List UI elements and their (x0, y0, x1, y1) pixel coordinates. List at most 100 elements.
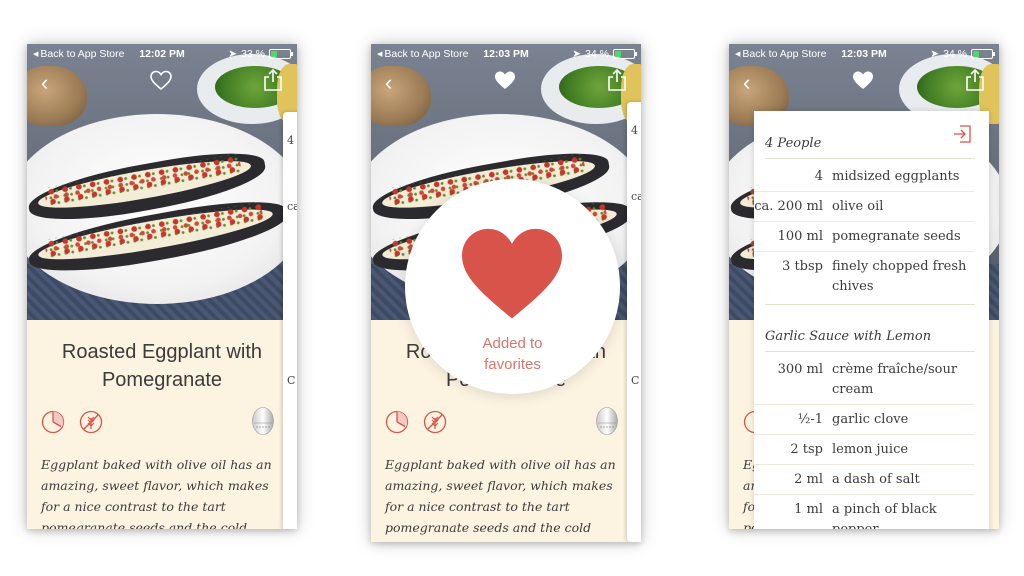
description-line: amazing, sweet flavor, which makes (41, 478, 269, 493)
ingredient-name: a dash of salt (832, 472, 920, 487)
back-to-app-store-label: Back to App Store (742, 48, 827, 60)
ingredient-name: olive oil (832, 199, 884, 214)
ingredient-qty: ca. 200 ml (754, 199, 823, 214)
ingredient-name: a pinch of black pepper (832, 500, 974, 529)
recipe-title-line: Roasted Eggplant with (61, 341, 263, 363)
divider (765, 304, 975, 305)
ingredient-name-line: chives (832, 279, 874, 294)
status-time: 12:02 PM (139, 48, 185, 60)
sauce-title: Garlic Sauce with Lemon (765, 329, 932, 344)
ingredient-name: lemon juice (832, 442, 909, 457)
peek-label: ca (287, 200, 297, 213)
location-icon: ➤ (930, 48, 940, 60)
phone-screen-favorited: ◀ Back to App Store 12:03 PM ➤ 34 % ‹ 4 … (371, 44, 641, 542)
ingredient-name-line: cream (832, 382, 874, 397)
ingredient-row: 2 tsp lemon juice (754, 435, 974, 465)
description-line: Eggplant baked with olive oil has an (41, 457, 272, 472)
peek-label: ca (631, 190, 641, 203)
back-to-app-store[interactable]: ◀ Back to App Store (735, 48, 826, 60)
ingredient-row: 1 ml a pinch of black pepper (754, 495, 974, 529)
back-to-app-store[interactable]: ◀ Back to App Store (33, 48, 124, 60)
toast-line: favorites (484, 356, 541, 373)
recipe-title-line: Pomegranate (101, 369, 223, 391)
ingredients-peek-card[interactable]: 4 ca C (283, 112, 297, 529)
egg-timer-icon[interactable] (595, 404, 619, 436)
favorite-heart-filled-icon[interactable] (493, 68, 517, 92)
ingredient-row: 2 ml a dash of salt (754, 465, 974, 495)
divider (765, 158, 975, 159)
back-to-app-store-label: Back to App Store (40, 48, 125, 60)
battery-icon (269, 49, 293, 59)
recipe-title: Roasted Eggplant with Pomegranate (27, 338, 297, 394)
status-bar: ◀ Back to App Store 12:02 PM ➤ 33 % (27, 44, 297, 64)
ingredients-peek-card[interactable]: 4 ca C (627, 102, 641, 542)
back-chevron-icon[interactable]: ‹ (385, 72, 392, 94)
phone-screen-recipe: ◀ Back to App Store 12:02 PM ➤ 33 % ‹ 4 … (27, 44, 297, 529)
description-line: pomegranate seeds and the cold (41, 520, 248, 529)
ingredient-row: ca. 200 ml olive oil (754, 192, 974, 222)
peek-label: C (631, 374, 640, 387)
big-heart-icon (462, 228, 562, 319)
divider (765, 351, 975, 352)
battery-percent: 34 % (585, 48, 609, 60)
share-icon[interactable] (965, 68, 985, 92)
status-bar: ◀ Back to App Store 12:03 PM ➤ 34 % (729, 44, 999, 64)
ingredient-qty: 1 ml (794, 502, 823, 517)
ingredients-card[interactable]: 4 People 4 midsized eggplants ca. 200 ml… (754, 111, 989, 529)
back-to-app-store[interactable]: ◀ Back to App Store (377, 48, 468, 60)
ingredient-name-line: crème fraîche/sour (832, 362, 958, 377)
share-icon[interactable] (607, 68, 627, 92)
peek-label: 4 (287, 134, 294, 147)
gluten-free-icon (79, 410, 103, 434)
clock-icon (385, 410, 409, 434)
recipe-content: Roasted Eggplant with Pomegranate Eg (27, 320, 297, 529)
added-to-favorites-toast: Added to favorites (405, 179, 620, 394)
share-icon[interactable] (263, 68, 283, 92)
close-ingredients-icon[interactable] (951, 123, 973, 145)
peek-label: 4 (631, 124, 638, 137)
back-triangle-icon: ◀ (735, 51, 741, 58)
ingredient-name: finely chopped fresh chives (832, 257, 974, 297)
peek-label: C (287, 374, 296, 387)
description-line: Eggplant baked with olive oil has an (385, 457, 616, 472)
back-to-app-store-label: Back to App Store (384, 48, 469, 60)
ingredient-name-line: a pinch of black (832, 502, 937, 517)
egg-timer-icon[interactable] (251, 404, 275, 436)
ingredient-qty: 2 ml (794, 472, 823, 487)
description-line: for a nice contrast to the tart (41, 499, 226, 514)
battery-percent: 34 % (943, 48, 967, 60)
description-line: pomegranate seeds and the cold (385, 520, 592, 535)
ingredient-qty: 2 tsp (790, 442, 823, 457)
ingredient-qty: ½-1 (797, 412, 823, 427)
ingredient-name: crème fraîche/sour cream (832, 360, 974, 400)
ingredient-qty: 100 ml (777, 229, 823, 244)
battery-percent: 33 % (241, 48, 265, 60)
serving-label: 4 People (765, 136, 822, 151)
clock-icon (41, 410, 65, 434)
ingredient-row: 300 ml crème fraîche/sour cream (754, 355, 974, 405)
ingredient-name: pomegranate seeds (832, 229, 961, 244)
back-chevron-icon[interactable]: ‹ (743, 72, 750, 94)
toast-text: Added to favorites (405, 333, 620, 375)
location-icon: ➤ (572, 48, 582, 60)
ingredient-name-line: pepper (832, 520, 974, 529)
favorite-heart-outline-icon[interactable] (149, 68, 173, 92)
ingredient-name: garlic clove (832, 412, 909, 427)
description-line: for a nice contrast to the tart (385, 499, 570, 514)
ingredient-row: 100 ml pomegranate seeds (754, 222, 974, 252)
back-triangle-icon: ◀ (377, 51, 383, 58)
back-chevron-icon[interactable]: ‹ (41, 72, 48, 94)
ingredient-row: ½-1 garlic clove (754, 405, 974, 435)
ingredient-qty: 3 tbsp (782, 259, 823, 274)
status-time: 12:03 PM (483, 48, 529, 60)
recipe-description: Eggplant baked with olive oil has an ama… (41, 454, 283, 529)
favorite-heart-filled-icon[interactable] (851, 68, 875, 92)
recipe-description: Eggplant baked with olive oil has an ama… (385, 454, 627, 538)
ingredient-row: 4 midsized eggplants (754, 162, 974, 192)
location-icon: ➤ (228, 48, 238, 60)
ingredient-qty: 4 (814, 169, 823, 184)
phone-screen-ingredients: ◀ Back to App Store 12:03 PM ➤ 34 % ‹ Eg… (729, 44, 999, 529)
gluten-free-icon (423, 410, 447, 434)
ingredient-qty: 300 ml (777, 362, 823, 377)
status-time: 12:03 PM (841, 48, 887, 60)
